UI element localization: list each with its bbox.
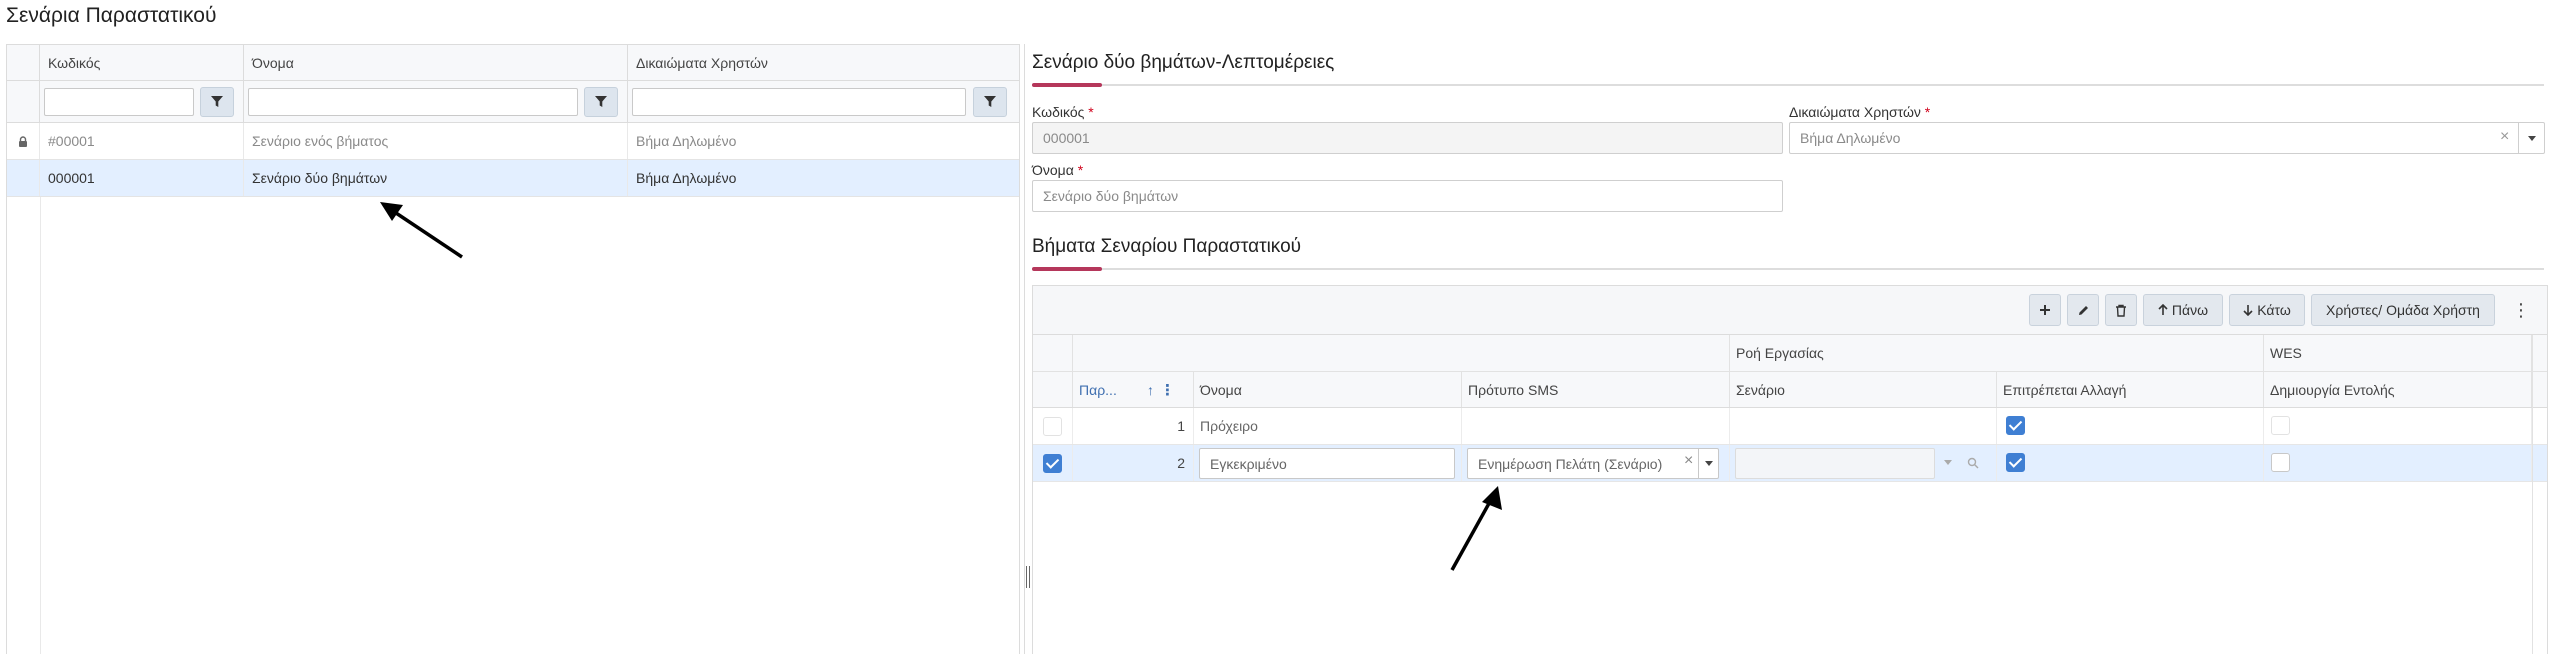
search-icon[interactable] <box>1967 457 1979 469</box>
filter-icon <box>211 96 223 107</box>
clear-icon[interactable]: × <box>1684 452 1693 470</box>
pencil-icon <box>2078 305 2088 315</box>
filter-row <box>7 81 1019 123</box>
cell-name: Σενάριο δύο βημάτων <box>244 160 628 196</box>
delete-button[interactable] <box>2105 294 2137 326</box>
annotation-arrow <box>380 202 463 259</box>
users-group-button[interactable]: Χρήστες/ Ομάδα Χρήστη <box>2311 294 2495 326</box>
sms-template-select[interactable]: Ενημέρωση Πελάτη (Σενάριο) <box>1467 448 1719 479</box>
trash-icon <box>2116 304 2126 317</box>
row-select-checkbox[interactable] <box>1043 454 1062 473</box>
rights-select-value: Βήμα Δηλωμένο <box>1800 130 1901 146</box>
cell-scenario <box>1730 408 1997 444</box>
lock-icon <box>19 136 27 147</box>
column-header-row: Παρ... ↑ ⋮ Όνομα Πρότυπο SMS Σενάριο Επι… <box>1033 372 2547 408</box>
column-header-name[interactable]: Όνομα <box>1194 372 1462 407</box>
step-name-input[interactable]: Εγκεκριμένο <box>1199 448 1455 479</box>
name-field[interactable]: Σενάριο δύο βημάτων <box>1032 180 1783 212</box>
page-title: Σενάρια Παραστατικού <box>6 4 217 27</box>
steps-title: Βήματα Σεναρίου Παραστατικού <box>1032 236 1302 257</box>
rights-filter-button[interactable] <box>973 87 1007 117</box>
code-filter-button[interactable] <box>200 87 234 117</box>
cell-code: #00001 <box>40 123 244 159</box>
scenarios-grid: Κωδικός Όνομα Δικαιώματα Χρηστών #00001 … <box>6 44 1020 654</box>
arrow-down-icon <box>2243 305 2253 316</box>
header-select-col <box>7 45 40 80</box>
allow-change-checkbox[interactable] <box>2006 416 2025 435</box>
column-header-allow-change[interactable]: Επιτρέπεται Αλλαγή <box>1997 372 2264 407</box>
rights-label: Δικαιώματα Χρηστών * <box>1789 104 1931 120</box>
group-header-row: Ροή Εργασίας WES <box>1033 335 2547 372</box>
clear-icon[interactable]: × <box>2500 128 2509 146</box>
cell-name: Σενάριο ενός βήματος <box>244 123 628 159</box>
row-select-checkbox[interactable] <box>1043 417 1062 436</box>
plus-icon <box>2040 305 2050 315</box>
details-title-underline <box>1032 83 2544 87</box>
more-options-icon[interactable]: ⋮ <box>2511 294 2531 326</box>
filter-icon <box>984 96 996 107</box>
cell-code: 000001 <box>40 160 244 196</box>
chevron-down-icon <box>1705 461 1713 466</box>
panel-splitter[interactable] <box>1024 44 1025 654</box>
splitter-handle[interactable] <box>1026 566 1030 588</box>
column-header-rights[interactable]: Δικαιώματα Χρηστών <box>628 45 1021 80</box>
name-filter-button[interactable] <box>584 87 618 117</box>
name-filter-input[interactable] <box>248 88 578 116</box>
column-header-scenario[interactable]: Σενάριο <box>1730 372 1997 407</box>
annotation-arrow <box>1450 486 1502 571</box>
code-label: Κωδικός * <box>1032 104 1094 120</box>
dropdown-button[interactable] <box>2518 122 2544 154</box>
name-label: Όνομα * <box>1032 162 1084 178</box>
table-row[interactable]: #00001 Σενάριο ενός βήματος Βήμα Δηλωμέν… <box>7 123 1019 160</box>
move-up-button[interactable]: Πάνω <box>2143 294 2223 326</box>
table-row-selected[interactable]: 2 Εγκεκριμένο Ενημέρωση Πελάτη (Σενάριο)… <box>1033 445 2547 482</box>
column-header-create-command[interactable]: Δημιουργία Εντολής <box>2264 372 2532 407</box>
rights-filter-input[interactable] <box>632 88 966 116</box>
group-header-workflow: Ροή Εργασίας <box>1730 335 2264 371</box>
cell-order: 1 <box>1073 408 1194 444</box>
table-row-selected[interactable]: 000001 Σενάριο δύο βημάτων Βήμα Δηλωμένο <box>7 160 1019 197</box>
column-header-code[interactable]: Κωδικός <box>40 45 244 80</box>
group-header-wes: WES <box>2264 335 2532 371</box>
rights-select[interactable]: Βήμα Δηλωμένο × <box>1789 122 2545 154</box>
steps-title-underline <box>1032 267 2544 271</box>
details-title: Σενάριο δύο βημάτων-Λεπτομέρειες <box>1032 52 1335 73</box>
arrow-up-icon <box>2158 304 2168 315</box>
column-header-name[interactable]: Όνομα <box>244 45 628 80</box>
steps-grid: Πάνω Κάτω Χρήστες/ Ομάδα Χρήστη ⋮ Ροή Ερ… <box>1032 285 2548 654</box>
column-header-order[interactable]: Παρ... ↑ ⋮ <box>1073 372 1194 407</box>
create-command-checkbox[interactable] <box>2271 453 2290 472</box>
column-menu-icon[interactable]: ⋮ <box>1160 381 1175 399</box>
cell-rights: Βήμα Δηλωμένο <box>636 170 737 186</box>
edit-button[interactable] <box>2067 294 2099 326</box>
cell-name: Πρόχειρο <box>1194 408 1462 444</box>
filter-icon <box>595 96 607 107</box>
cell-order: 2 <box>1073 445 1194 481</box>
scenario-select[interactable] <box>1735 448 1935 479</box>
cell-rights: Βήμα Δηλωμένο <box>636 133 737 149</box>
sms-dropdown-button[interactable] <box>1698 448 1719 479</box>
grid-header: Κωδικός Όνομα Δικαιώματα Χρηστών <box>7 45 1019 81</box>
chevron-down-icon <box>2527 135 2536 141</box>
code-filter-input[interactable] <box>44 88 194 116</box>
chevron-down-icon[interactable] <box>1944 460 1952 465</box>
column-header-sms[interactable]: Πρότυπο SMS <box>1462 372 1730 407</box>
sort-ascending-icon[interactable]: ↑ <box>1147 382 1154 398</box>
sms-template-value: Ενημέρωση Πελάτη (Σενάριο) <box>1478 455 1663 472</box>
create-command-checkbox[interactable] <box>2271 416 2290 435</box>
code-field[interactable]: 000001 <box>1032 122 1783 154</box>
table-row[interactable]: 1 Πρόχειρο <box>1033 408 2547 445</box>
allow-change-checkbox[interactable] <box>2006 453 2025 472</box>
cell-sms <box>1462 408 1730 444</box>
steps-toolbar: Πάνω Κάτω Χρήστες/ Ομάδα Χρήστη ⋮ <box>1033 286 2547 335</box>
move-down-button[interactable]: Κάτω <box>2229 294 2305 326</box>
add-button[interactable] <box>2029 294 2061 326</box>
